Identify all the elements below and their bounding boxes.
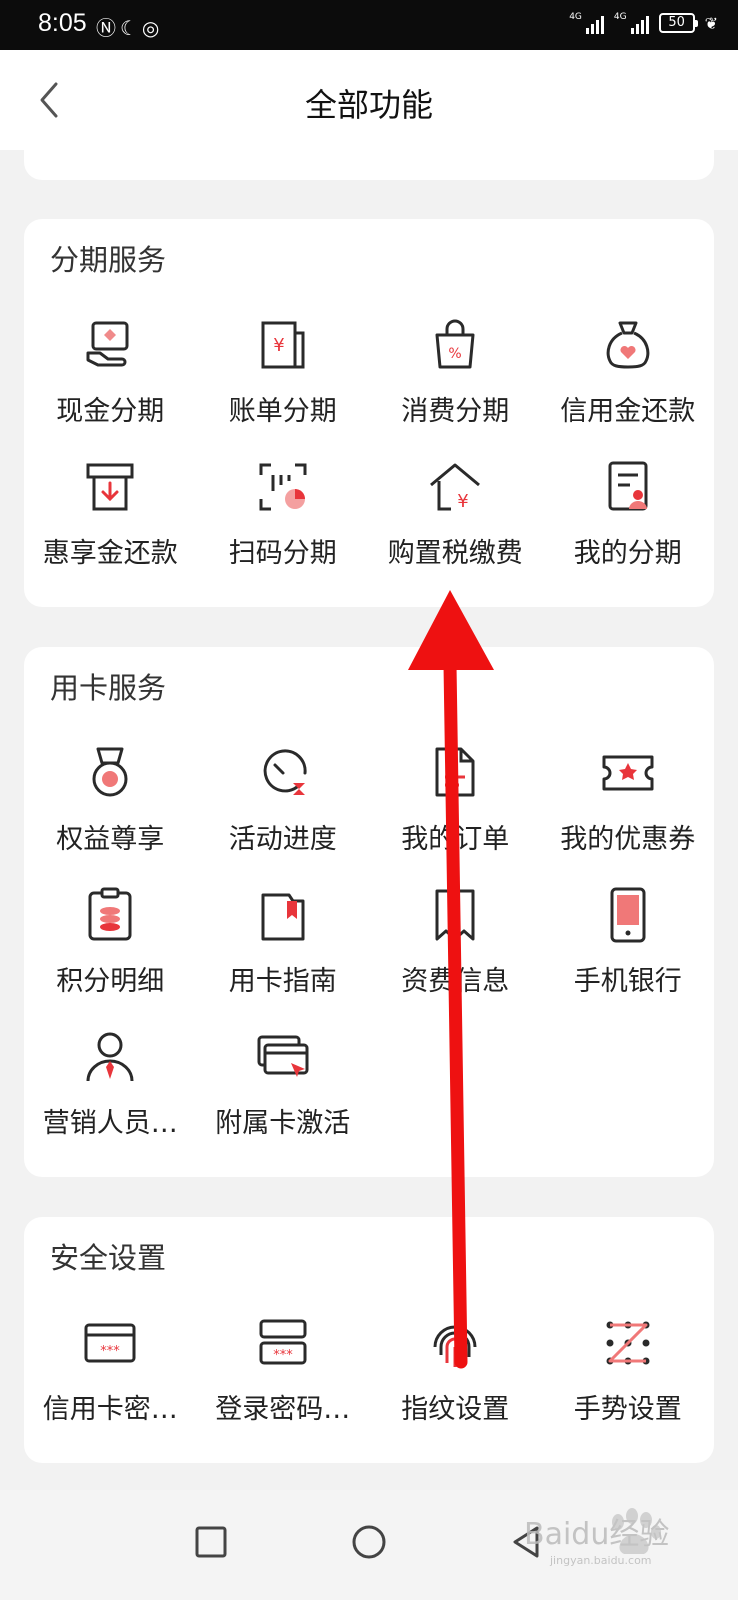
- watermark-subtext: jingyan.baidu.com: [549, 1554, 652, 1567]
- signal-icon: 4G: [569, 12, 604, 34]
- item-label: 营销人员…: [42, 1108, 178, 1139]
- item-consumer-installment[interactable]: % 消费分期: [369, 303, 542, 445]
- section-title: 分期服务: [50, 243, 167, 277]
- scan-installment-icon: [259, 463, 307, 511]
- feature-grid: 现金分期 ¥ 账单分期 % 消费分期 信用金还款 惠享金还款 扫码分期 ¥ 购置…: [24, 303, 714, 587]
- item-label: 扫码分期: [228, 538, 337, 569]
- salesperson-icon: [86, 1032, 134, 1082]
- item-label: 我的分期: [573, 538, 682, 569]
- item-label: 信用金还款: [560, 396, 696, 427]
- watermark-text: Baidu经验: [524, 1517, 669, 1552]
- svg-text:¥: ¥: [273, 335, 284, 356]
- money-bag-icon: [606, 321, 650, 369]
- item-label: 消费分期: [401, 396, 510, 427]
- item-label: 附属卡激活: [215, 1108, 351, 1139]
- item-label: 活动进度: [228, 824, 337, 855]
- item-label: 我的订单: [401, 824, 510, 855]
- item-rights[interactable]: 权益尊享: [24, 731, 197, 873]
- guide-book-icon: [261, 893, 305, 941]
- feature-grid: *** 信用卡密… *** 登录密码… 指纹设置 手势设置: [24, 1301, 714, 1443]
- status-notification-icons: Ⓝ☾◎: [96, 16, 164, 40]
- fingerprint-icon: [433, 1325, 477, 1367]
- baidu-paw-icon: Baidu经验 jingyan.baidu.com: [524, 1508, 669, 1567]
- item-card-guide[interactable]: 用卡指南: [197, 873, 370, 1015]
- item-label: 登录密码…: [215, 1394, 351, 1425]
- recents-square-icon[interactable]: [189, 1520, 233, 1564]
- svg-text:***: ***: [273, 1348, 293, 1363]
- cash-installment-icon: [86, 321, 129, 367]
- house-yen-icon: ¥: [430, 463, 481, 512]
- card-password-icon: ***: [84, 1323, 136, 1363]
- item-credit-repay[interactable]: 信用金还款: [542, 303, 715, 445]
- mobile-phone-icon: [610, 887, 646, 943]
- item-label: 手势设置: [573, 1394, 682, 1425]
- section-title: 安全设置: [50, 1241, 167, 1275]
- item-label: 权益尊享: [56, 824, 165, 855]
- item-fingerprint[interactable]: 指纹设置: [369, 1301, 542, 1443]
- item-label: 积分明细: [56, 966, 165, 997]
- item-label: 手机银行: [573, 966, 682, 997]
- item-label: 我的优惠券: [560, 824, 696, 855]
- item-gesture[interactable]: 手势设置: [542, 1301, 715, 1443]
- item-activity-progress[interactable]: 活动进度: [197, 731, 370, 873]
- item-my-installment[interactable]: 我的分期: [542, 445, 715, 587]
- item-points-detail[interactable]: 积分明细: [24, 873, 197, 1015]
- section-title: 用卡服务: [50, 671, 167, 705]
- home-circle-icon[interactable]: [347, 1520, 391, 1564]
- shopping-bag-icon: %: [435, 319, 475, 369]
- coupon-icon: [602, 755, 654, 791]
- item-mobile-banking[interactable]: 手机银行: [542, 873, 715, 1015]
- item-purchase-tax[interactable]: ¥ 购置税缴费: [369, 445, 542, 587]
- section-card-services: 用卡服务 权益尊享 活动进度 我的订单 我的优惠券 积分明细 用卡指南 ¥ 资费…: [24, 647, 714, 1177]
- svg-text:%: %: [449, 346, 462, 362]
- previous-section-card: [24, 120, 714, 180]
- my-installment-icon: [608, 461, 648, 511]
- progress-timer-icon: [263, 749, 307, 795]
- item-huixiang-repay[interactable]: 惠享金还款: [24, 445, 197, 587]
- feature-grid: 权益尊享 活动进度 我的订单 我的优惠券 积分明细 用卡指南 ¥ 资费信息 手机…: [24, 731, 714, 1157]
- status-bar: 8:05 Ⓝ☾◎ 4G 4G 50 ❦: [0, 0, 738, 50]
- status-right: 4G 4G 50 ❦: [569, 12, 718, 34]
- status-time: 8:05: [38, 9, 87, 37]
- item-label: 购置税缴费: [387, 538, 523, 569]
- item-my-orders[interactable]: 我的订单: [369, 731, 542, 873]
- item-label: 惠享金还款: [42, 538, 178, 569]
- item-label: 资费信息: [401, 966, 510, 997]
- points-clipboard-icon: [88, 887, 132, 941]
- bill-installment-icon: ¥: [261, 321, 305, 369]
- baidu-watermark: Baidu经验 jingyan.baidu.com: [520, 1500, 700, 1590]
- item-scan-installment[interactable]: 扫码分期: [197, 445, 370, 587]
- item-fee-info[interactable]: ¥ 资费信息: [369, 873, 542, 1015]
- section-installment: 分期服务 现金分期 ¥ 账单分期 % 消费分期 信用金还款 惠享金还款 扫码分期…: [24, 219, 714, 607]
- svg-text:¥: ¥: [450, 901, 461, 922]
- gesture-icon: [606, 1321, 650, 1365]
- item-label: 账单分期: [228, 396, 337, 427]
- svg-text:¥: ¥: [458, 491, 469, 512]
- medal-icon: [92, 747, 128, 797]
- item-supplementary-card[interactable]: 附属卡激活: [197, 1015, 370, 1157]
- item-bill-installment[interactable]: ¥ 账单分期: [197, 303, 370, 445]
- signal-icon-2: 4G: [614, 12, 649, 34]
- login-password-icon: ***: [259, 1319, 307, 1365]
- item-label: 现金分期: [56, 396, 165, 427]
- repay-icon: [86, 463, 134, 511]
- item-my-coupons[interactable]: 我的优惠券: [542, 731, 715, 873]
- battery-icon: 50: [658, 13, 698, 33]
- item-card-password[interactable]: *** 信用卡密…: [24, 1301, 197, 1443]
- item-label: 指纹设置: [401, 1394, 510, 1425]
- item-login-password[interactable]: *** 登录密码…: [197, 1301, 370, 1443]
- item-label: 用卡指南: [228, 966, 337, 997]
- item-salesperson[interactable]: 营销人员…: [24, 1015, 197, 1157]
- order-doc-icon: [435, 747, 475, 797]
- leaf-icon: ❦: [704, 13, 718, 33]
- fee-receipt-icon: ¥: [435, 889, 475, 941]
- item-cash-installment[interactable]: 现金分期: [24, 303, 197, 445]
- card-activate-icon: [257, 1035, 309, 1077]
- item-label: 信用卡密…: [42, 1394, 178, 1425]
- svg-text:***: ***: [101, 1344, 121, 1359]
- section-security: 安全设置 *** 信用卡密… *** 登录密码… 指纹设置 手势设置: [24, 1217, 714, 1463]
